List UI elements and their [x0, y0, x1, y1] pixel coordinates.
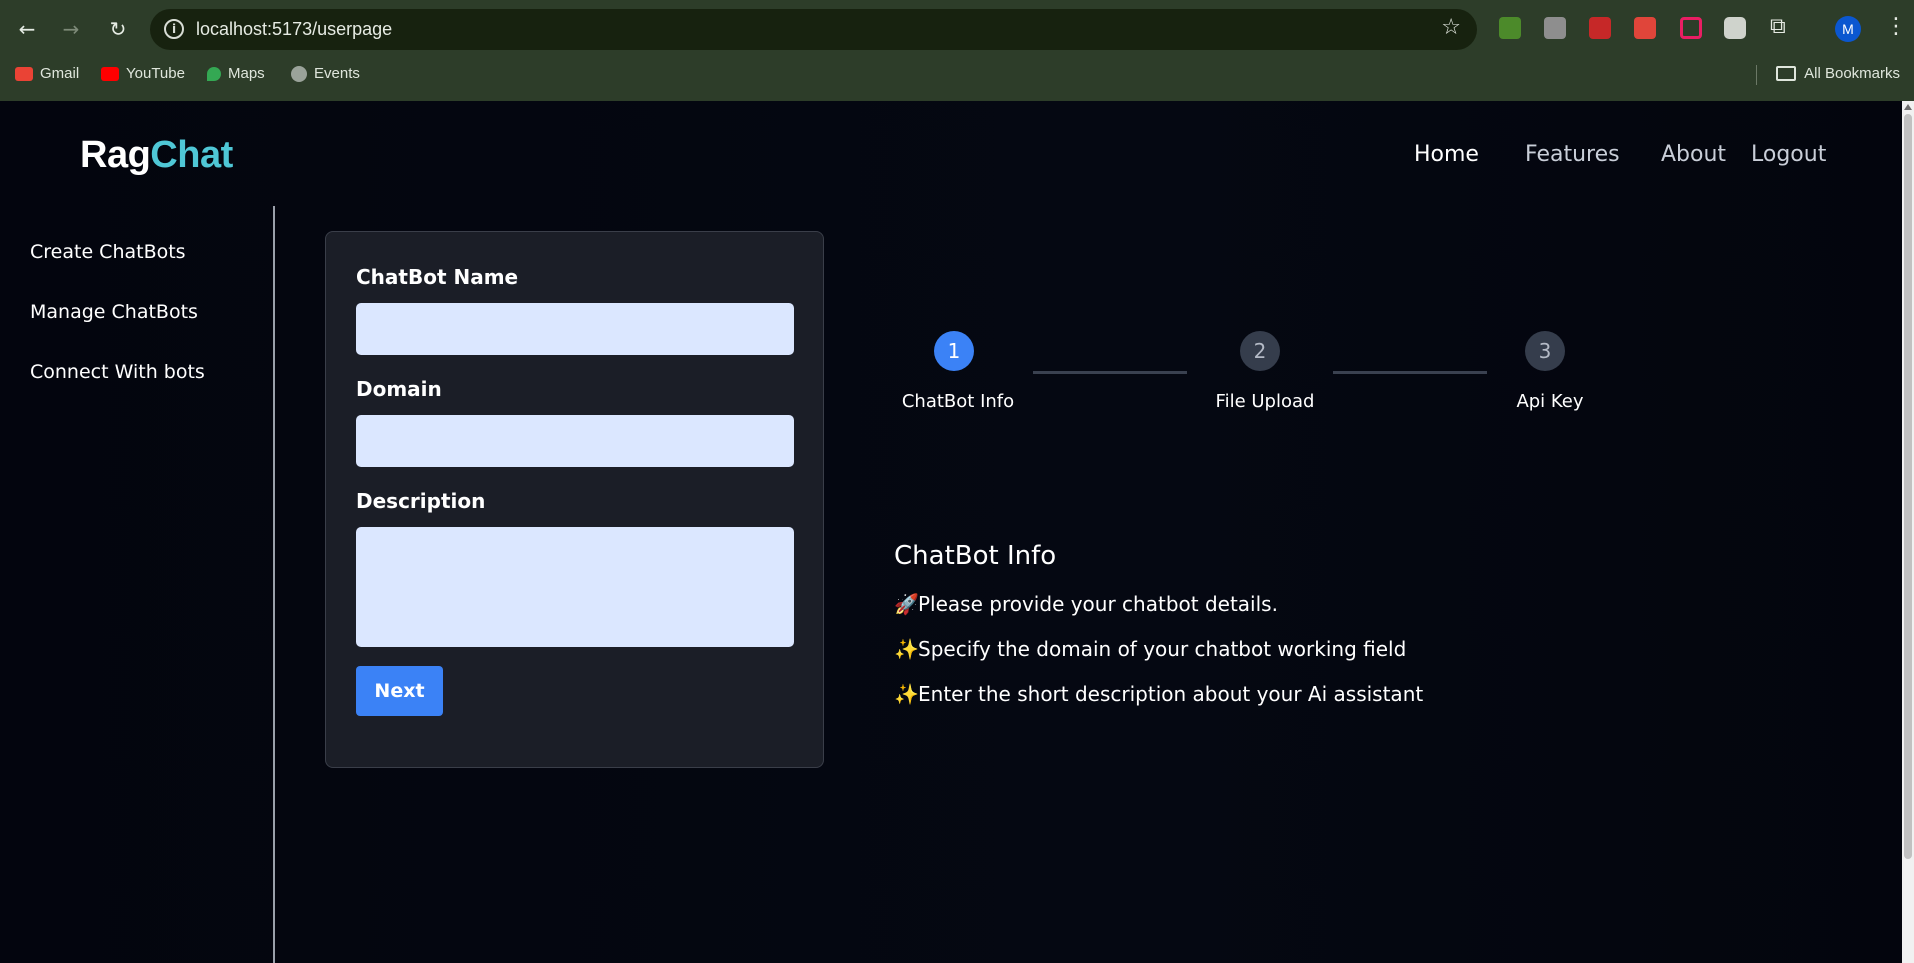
- step-connector-2: [1333, 371, 1487, 374]
- chatbot-name-label: ChatBot Name: [356, 265, 519, 289]
- browser-chrome: ← → ↻ i localhost:5173/userpage ☆ ⧉ M ⋮ …: [0, 0, 1914, 101]
- scroll-up-arrow-icon[interactable]: [1904, 104, 1912, 110]
- profile-avatar[interactable]: M: [1835, 16, 1861, 42]
- info-line-text: Specify the domain of your chatbot worki…: [918, 637, 1407, 661]
- step-connector-1: [1033, 371, 1187, 374]
- sidebar-divider: [273, 206, 275, 963]
- sparkles-icon: ✨: [894, 637, 919, 661]
- info-line: 🚀Please provide your chatbot details.: [894, 592, 1278, 616]
- nav-home[interactable]: Home: [1414, 142, 1479, 167]
- browser-toolbar: ← → ↻ i localhost:5173/userpage ☆ ⧉ M ⋮: [0, 0, 1914, 58]
- info-line: ✨Specify the domain of your chatbot work…: [894, 637, 1406, 661]
- bookmarks-bar: Gmail YouTube Maps Events All Bookmarks: [0, 60, 1914, 90]
- globe-icon: [291, 65, 307, 82]
- nav-logout[interactable]: Logout: [1751, 142, 1826, 167]
- bookmarks-separator: [1756, 65, 1757, 85]
- address-bar[interactable]: i localhost:5173/userpage ☆: [150, 9, 1477, 50]
- bookmark-gmail[interactable]: Gmail: [15, 65, 79, 82]
- description-label: Description: [356, 489, 486, 513]
- sparkles-icon: ✨: [894, 682, 919, 706]
- rocket-icon: 🚀: [894, 592, 919, 616]
- step-1-label: ChatBot Info: [901, 391, 1015, 412]
- description-textarea[interactable]: [356, 527, 794, 647]
- domain-label: Domain: [356, 377, 442, 401]
- scrollbar-thumb[interactable]: [1904, 114, 1912, 859]
- youtube-icon: [101, 66, 119, 81]
- sidebar-item-manage-chatbots[interactable]: Manage ChatBots: [30, 301, 198, 323]
- bookmark-events[interactable]: Events: [291, 65, 360, 82]
- folder-icon: [1776, 66, 1797, 81]
- back-icon[interactable]: ←: [12, 14, 42, 44]
- brand-logo[interactable]: RagChat: [80, 134, 233, 177]
- domain-input[interactable]: [356, 415, 794, 467]
- step-1-circle: 1: [934, 331, 974, 371]
- step-3-circle: 3: [1525, 331, 1565, 371]
- all-bookmarks[interactable]: All Bookmarks: [1776, 65, 1900, 82]
- brand-part2: Chat: [150, 134, 233, 176]
- bookmark-label: YouTube: [126, 65, 185, 82]
- bookmark-label: Maps: [228, 65, 265, 82]
- extension-pink-icon[interactable]: [1680, 17, 1702, 39]
- extensions-puzzle-icon[interactable]: ⧉: [1770, 14, 1786, 39]
- bookmark-label: Gmail: [40, 65, 80, 82]
- extension-red-icon[interactable]: [1634, 17, 1656, 39]
- site-info-icon[interactable]: i: [164, 19, 184, 39]
- camera-icon[interactable]: [1724, 17, 1746, 39]
- all-bookmarks-label: All Bookmarks: [1804, 65, 1900, 82]
- nav-features[interactable]: Features: [1525, 142, 1620, 167]
- step-2-circle: 2: [1240, 331, 1280, 371]
- maps-icon: [207, 66, 221, 81]
- browser-menu-icon[interactable]: ⋮: [1885, 14, 1907, 39]
- extension-wand-icon[interactable]: [1589, 17, 1611, 39]
- nav-about[interactable]: About: [1661, 142, 1726, 167]
- next-button[interactable]: Next: [356, 666, 443, 716]
- forward-icon[interactable]: →: [56, 14, 86, 44]
- reload-icon[interactable]: ↻: [103, 14, 133, 44]
- info-title: ChatBot Info: [894, 541, 1057, 571]
- step-3-label: Api Key: [1516, 391, 1584, 412]
- app-root: RagChat Home Features About Logout Creat…: [0, 101, 1902, 963]
- extension-gray-icon[interactable]: [1544, 17, 1566, 39]
- gmail-icon: [15, 66, 33, 81]
- brand-part1: Rag: [80, 134, 151, 176]
- bookmark-star-icon[interactable]: ☆: [1441, 15, 1461, 40]
- chatbot-name-input[interactable]: [356, 303, 794, 355]
- info-line: ✨Enter the short description about your …: [894, 682, 1423, 706]
- info-line-text: Enter the short description about your A…: [918, 682, 1424, 706]
- sidebar-item-create-chatbots[interactable]: Create ChatBots: [30, 241, 186, 263]
- extension-tree-icon[interactable]: [1499, 17, 1521, 39]
- bookmark-maps[interactable]: Maps: [207, 65, 265, 82]
- step-2-label: File Upload: [1215, 391, 1315, 412]
- chatbot-form-card: ChatBot Name Domain Description Next: [325, 231, 824, 768]
- url-text[interactable]: localhost:5173/userpage: [196, 19, 392, 40]
- bookmark-label: Events: [314, 65, 360, 82]
- sidebar-item-connect-with-bots[interactable]: Connect With bots: [30, 361, 205, 383]
- info-line-text: Please provide your chatbot details.: [918, 592, 1278, 616]
- bookmark-youtube[interactable]: YouTube: [101, 65, 185, 82]
